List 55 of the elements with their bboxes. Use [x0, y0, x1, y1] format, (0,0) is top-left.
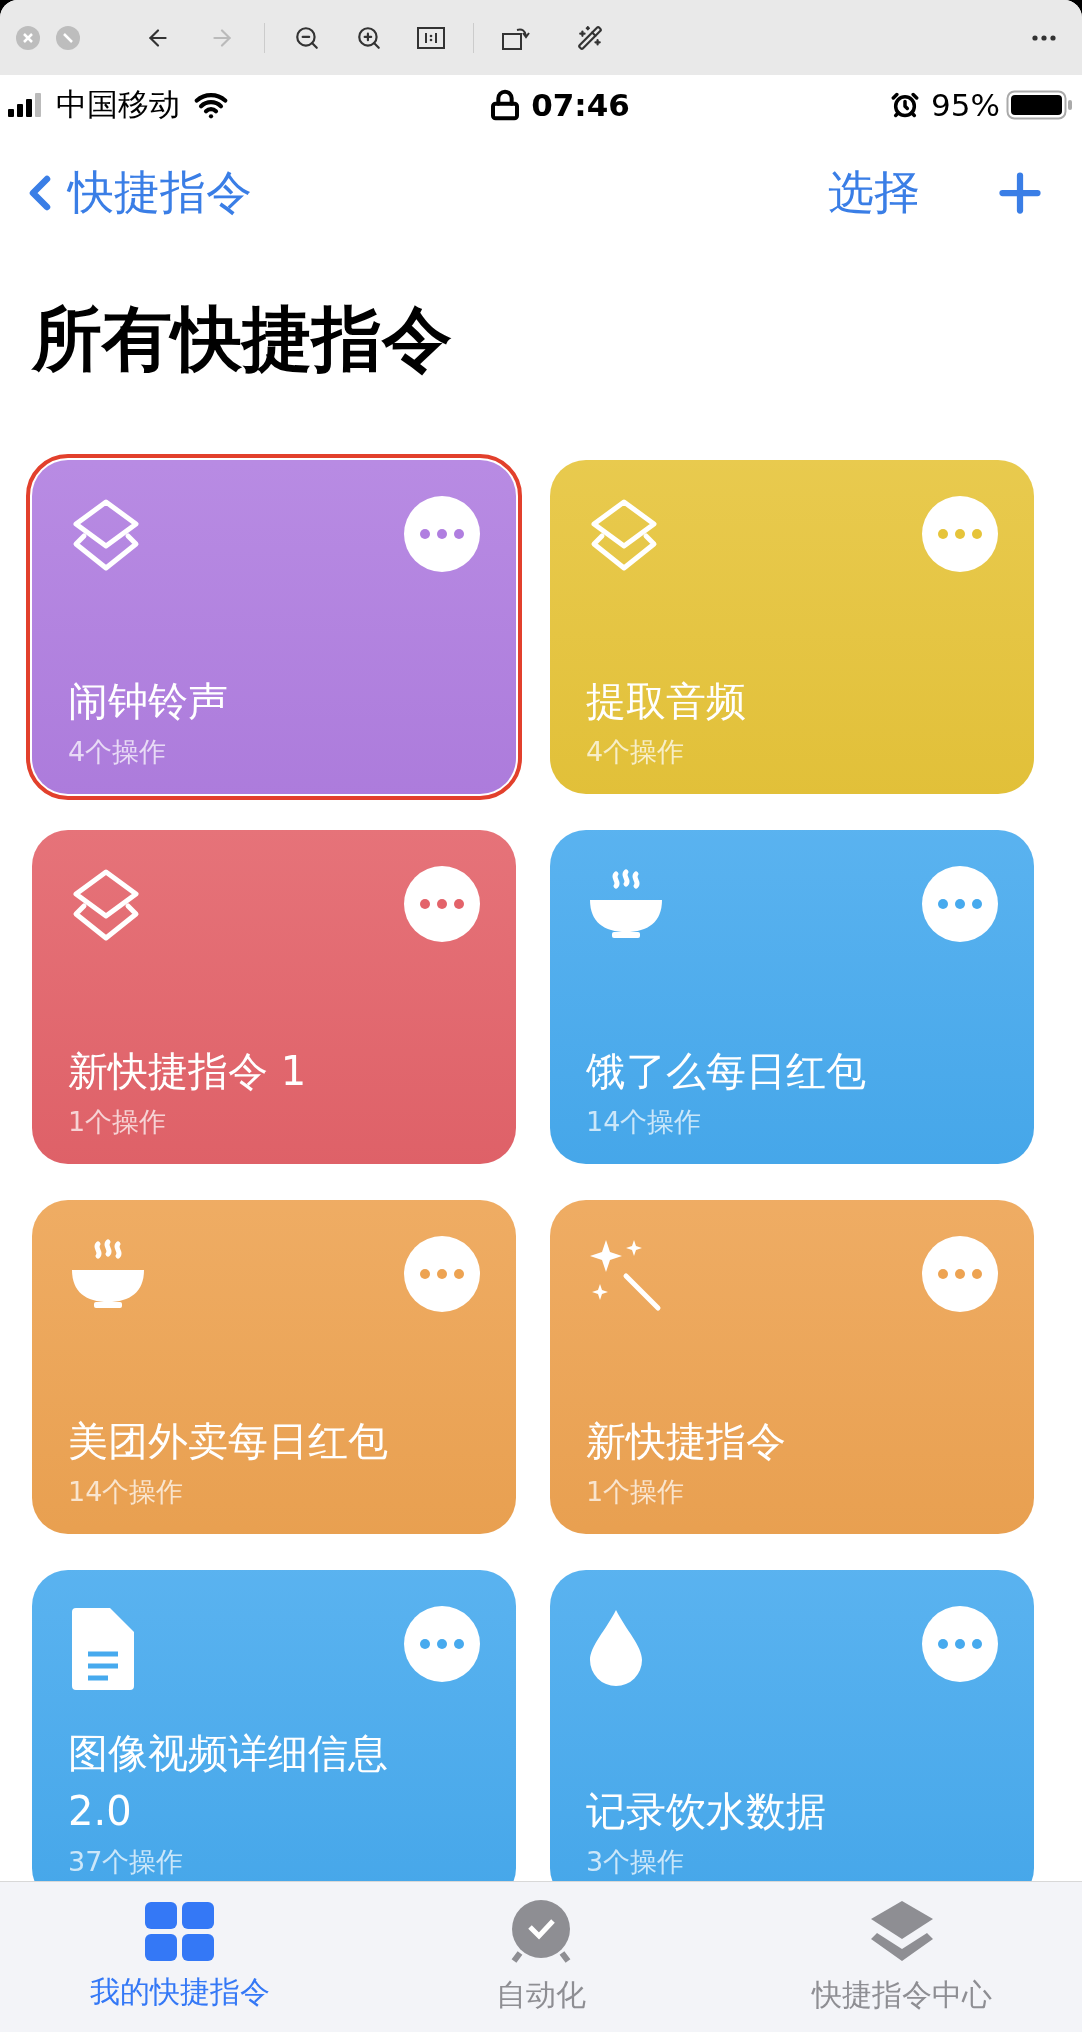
back-label: 快捷指令: [68, 163, 252, 221]
grid-icon: [145, 1901, 216, 1962]
shortcut-title: 闹钟铃声: [68, 677, 229, 726]
shortcut-title: 提取音频: [586, 677, 747, 726]
minimize-button[interactable]: [56, 25, 80, 50]
ellipsis-icon: [938, 529, 982, 539]
zoom-in-icon: [356, 24, 382, 51]
zoom-out-icon: [294, 24, 320, 51]
action-count: 14个操作: [68, 1475, 185, 1509]
tab-item[interactable]: 我的快捷指令: [0, 1882, 361, 2032]
signal-icon: [8, 93, 42, 117]
close-icon: [22, 31, 34, 44]
actual-size-icon: [417, 26, 445, 49]
tab-item[interactable]: 自动化: [360, 1882, 722, 2032]
action-count: 14个操作: [586, 1105, 703, 1139]
page-title: 所有快捷指令: [32, 297, 453, 382]
ellipsis-icon: [420, 899, 464, 909]
shortcut-title: 饿了么每日红包: [586, 1047, 867, 1096]
close-button[interactable]: [16, 25, 40, 50]
action-count: 1个操作: [586, 1475, 686, 1509]
magic-wand-icon: [577, 24, 603, 51]
ellipsis-icon: [938, 899, 982, 909]
shortcut-card[interactable]: 提取音频 4个操作: [550, 460, 1034, 794]
status-time: 07:46: [531, 87, 630, 123]
carrier-name: 中国移动: [56, 85, 180, 124]
ellipsis-icon: [420, 1269, 464, 1279]
action-count: 4个操作: [68, 735, 168, 769]
shortcut-card[interactable]: 饿了么每日红包 14个操作: [550, 830, 1034, 1164]
shortcut-card[interactable]: 新快捷指令 1 1个操作: [32, 830, 516, 1164]
slash-icon: [62, 31, 74, 44]
shortcut-title: 新快捷指令 1: [68, 1047, 308, 1096]
shortcut-title: 美团外卖每日红包: [68, 1417, 389, 1466]
ellipsis-icon: [938, 1269, 982, 1279]
shortcut-title: 图像视频详细信息 2.0: [68, 1729, 389, 1836]
shortcut-card[interactable]: 图像视频详细信息 2.0 37个操作: [32, 1570, 516, 1881]
battery-percent: 95%: [931, 87, 1000, 123]
back-link[interactable]: 快捷指令: [12, 161, 252, 224]
action-count: 37个操作: [68, 1845, 185, 1879]
select-button[interactable]: 选择: [828, 161, 920, 224]
shortcut-title: 新快捷指令: [586, 1417, 787, 1466]
action-count: 1个操作: [68, 1105, 168, 1139]
shortcut-title: 记录饮水数据: [586, 1787, 827, 1836]
alarm-icon: [891, 91, 920, 119]
lock-icon: [489, 89, 522, 121]
ellipsis-icon: [938, 1639, 982, 1649]
action-count: 4个操作: [586, 735, 686, 769]
more-icon: [1032, 34, 1056, 41]
action-count: 3个操作: [586, 1845, 686, 1879]
battery-icon: [1006, 90, 1074, 120]
shortcut-card[interactable]: 记录饮水数据 3个操作: [550, 1570, 1034, 1881]
ellipsis-icon: [420, 1639, 464, 1649]
tab-item[interactable]: 快捷指令中心: [721, 1882, 1082, 2032]
shortcut-card[interactable]: 美团外卖每日红包 14个操作: [32, 1200, 516, 1534]
shortcut-card[interactable]: 新快捷指令 1个操作: [550, 1200, 1034, 1534]
ellipsis-icon: [420, 529, 464, 539]
